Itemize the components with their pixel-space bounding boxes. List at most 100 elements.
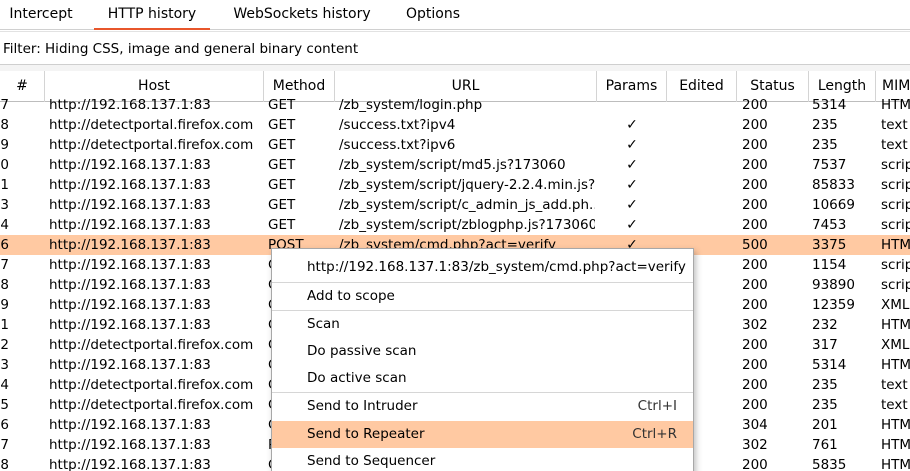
cell-mime: HTM [881,317,910,333]
filter-bar[interactable]: Filter: Hiding CSS, image and general bi… [0,31,910,65]
menu-item-label: Send to Repeater [307,426,425,442]
cell-mime: text [881,117,908,133]
table-row[interactable]: 29 http://detectportal.firefox.com GET/suc… [0,135,910,155]
menu-item-label: Send to Intruder [307,398,418,414]
cell-method: GET [268,157,296,173]
menu-item-send-to-sequencer[interactable]: Send to Sequencer [272,448,693,471]
cell-method: GET [268,217,296,233]
cell-host: http://192.168.137.1:83 [49,157,211,173]
cell-host: http://detectportal.firefox.com [49,397,254,413]
cell-host: http://192.168.137.1:83 [49,417,211,433]
cell-num: 30 [0,157,9,173]
cell-host: http://192.168.137.1:83 [49,237,211,253]
cell-mime: HTM [881,97,910,113]
cell-num: 41 [0,317,9,333]
cell-num: 29 [0,137,9,153]
cell-length: 761 [812,437,838,453]
cell-host: http://detectportal.firefox.com [49,137,254,153]
cell-params: ✓ [626,217,638,233]
cell-num: 48 [0,457,9,471]
table-row[interactable]: 28 http://detectportal.firefox.com GET/suc… [0,115,910,135]
cell-status: 302 [742,317,768,333]
menu-item-do-passive-scan[interactable]: Do passive scan [272,338,693,365]
cell-params: ✓ [626,117,638,133]
cell-status: 200 [742,357,768,373]
cell-host: http://192.168.137.1:83 [49,217,211,233]
cell-status: 200 [742,157,768,173]
cell-length: 1154 [812,257,847,273]
menu-item-label: Add to scope [307,288,395,304]
menu-item-label: Scan [307,316,340,332]
cell-num: 36 [0,237,9,253]
table-row[interactable]: 33 http://192.168.137.1:83 GET/zb_system/s… [0,195,910,215]
table-row[interactable]: 30 http://192.168.137.1:83 GET/zb_system/s… [0,155,910,175]
cell-params: ✓ [626,137,638,153]
cell-num: 44 [0,377,9,393]
cell-host: http://192.168.137.1:83 [49,197,211,213]
menu-item-request-url[interactable]: http://192.168.137.1:83/zb_system/cmd.ph… [272,254,693,281]
cell-mime: HTM [881,437,910,453]
cell-mime: text [881,377,908,393]
cell-url: /zb_system/script/jquery-2.2.4.min.js?..… [339,177,595,193]
cell-mime: HTM [881,417,910,433]
cell-num: 46 [0,417,9,433]
cell-mime: text [881,397,908,413]
menu-item-shortcut: Ctrl+R [632,426,677,442]
cell-status: 200 [742,377,768,393]
cell-host: http://192.168.137.1:83 [49,457,211,471]
cell-status: 200 [742,137,768,153]
cell-method: GET [268,117,296,133]
menu-item-shortcut: Ctrl+I [637,398,677,414]
cell-length: 93890 [812,277,855,293]
cell-params: ✓ [626,177,638,193]
cell-mime: scrip [881,257,910,273]
cell-mime: scrip [881,157,910,173]
cell-status: 200 [742,257,768,273]
cell-method: GET [268,137,296,153]
cell-host: http://detectportal.firefox.com [49,117,254,133]
cell-status: 500 [742,237,768,253]
cell-host: http://192.168.137.1:83 [49,317,211,333]
cell-url: /zb_system/script/md5.js?173060 [339,157,566,173]
cell-host: http://detectportal.firefox.com [49,337,254,353]
tab-http-history[interactable]: HTTP history [94,0,210,30]
table-row[interactable]: 27 http://192.168.137.1:83 GET/zb_system/l… [0,95,910,115]
menu-item-scan[interactable]: Scan [272,311,693,338]
cell-method: GET [268,177,296,193]
menu-item-label: Send to Sequencer [307,453,436,469]
cell-host: http://192.168.137.1:83 [49,97,211,113]
cell-length: 232 [812,317,838,333]
cell-num: 33 [0,197,9,213]
table-row[interactable]: 34 http://192.168.137.1:83 GET/zb_system/s… [0,215,910,235]
cell-status: 200 [742,297,768,313]
cell-status: 200 [742,397,768,413]
tab-options[interactable]: Options [392,0,474,30]
menu-item-send-to-repeater[interactable]: Send to Repeater Ctrl+R [272,421,693,448]
menu-item-send-to-intruder[interactable]: Send to Intruder Ctrl+I [272,393,693,420]
cell-status: 200 [742,457,768,471]
cell-length: 10669 [812,197,855,213]
cell-length: 12359 [812,297,855,313]
menu-item-add-to-scope[interactable]: Add to scope [272,283,693,310]
cell-host: http://detectportal.firefox.com [49,377,254,393]
cell-status: 200 [742,217,768,233]
cell-host: http://192.168.137.1:83 [49,277,211,293]
cell-host: http://192.168.137.1:83 [49,257,211,273]
cell-num: 47 [0,437,9,453]
table-row[interactable]: 31 http://192.168.137.1:83 GET/zb_system/s… [0,175,910,195]
cell-num: 43 [0,357,9,373]
cell-url: /zb_system/login.php [339,97,483,113]
cell-url: /success.txt?ipv6 [339,137,456,153]
tab-intercept[interactable]: Intercept [0,0,82,30]
tab-websockets-history[interactable]: WebSockets history [222,0,382,30]
cell-num: 37 [0,257,9,273]
cell-url: /zb_system/script/zblogphp.js?173060 [339,217,595,233]
menu-item-do-active-scan[interactable]: Do active scan [272,365,693,392]
cell-url: /zb_system/script/c_admin_js_add.ph... [339,197,595,213]
cell-status: 200 [742,197,768,213]
cell-mime: XML [881,297,910,313]
cell-mime: HTM [881,357,910,373]
cell-length: 317 [812,337,838,353]
cell-status: 200 [742,337,768,353]
cell-params: ✓ [626,197,638,213]
